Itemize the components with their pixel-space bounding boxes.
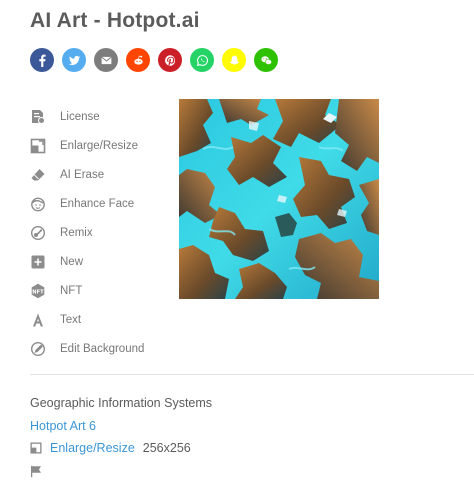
generated-artwork[interactable] bbox=[179, 99, 379, 299]
menu-item-text[interactable]: Text bbox=[30, 305, 144, 334]
enlarge-icon bbox=[30, 138, 46, 154]
menu-label: NFT bbox=[60, 284, 83, 297]
eraser-icon bbox=[30, 167, 46, 183]
enlarge-row: Enlarge/Resize 256x256 bbox=[30, 441, 191, 455]
whatsapp-icon bbox=[196, 54, 208, 66]
license-icon bbox=[30, 109, 46, 125]
menu-label: Edit Background bbox=[60, 342, 145, 355]
menu-item-edit-background[interactable]: Edit Background bbox=[30, 334, 144, 363]
page-title: AI Art - Hotpot.ai bbox=[30, 9, 200, 32]
snapchat-icon bbox=[229, 55, 239, 64]
face-icon bbox=[30, 196, 46, 212]
reddit-icon bbox=[133, 55, 143, 65]
menu-item-enlarge-resize[interactable]: Enlarge/Resize bbox=[30, 131, 144, 160]
pinterest-share-button[interactable] bbox=[158, 48, 182, 72]
wechat-icon bbox=[260, 55, 272, 65]
menu-label: AI Erase bbox=[60, 168, 105, 181]
report-flag-icon[interactable] bbox=[30, 465, 43, 478]
enlarge-icon bbox=[30, 442, 42, 454]
menu-item-license[interactable]: License bbox=[30, 102, 144, 131]
menu-label: Enhance Face bbox=[60, 197, 135, 210]
model-link[interactable]: Hotpot Art 6 bbox=[30, 419, 96, 433]
email-share-button[interactable] bbox=[94, 48, 118, 72]
snapchat-share-button[interactable] bbox=[222, 48, 246, 72]
whatsapp-share-button[interactable] bbox=[190, 48, 214, 72]
menu-label: Remix bbox=[60, 226, 93, 239]
tools-menu: License Enlarge/Resize AI Erase Enhance … bbox=[30, 102, 144, 363]
menu-item-new[interactable]: New bbox=[30, 247, 144, 276]
facebook-share-button[interactable] bbox=[30, 48, 54, 72]
twitter-icon bbox=[68, 55, 80, 65]
pinterest-icon bbox=[164, 54, 175, 66]
reddit-share-button[interactable] bbox=[126, 48, 150, 72]
svg-text:NFT: NFT bbox=[32, 289, 44, 295]
artwork-image bbox=[179, 99, 379, 299]
facebook-icon bbox=[38, 54, 46, 67]
remix-icon bbox=[30, 225, 46, 241]
menu-label: Text bbox=[60, 313, 82, 326]
email-icon bbox=[101, 56, 111, 64]
enlarge-resize-link[interactable]: Enlarge/Resize bbox=[50, 441, 135, 455]
menu-label: New bbox=[60, 255, 84, 268]
artwork-description: Geographic Information Systems bbox=[30, 396, 213, 410]
menu-item-nft[interactable]: NFT NFT bbox=[30, 276, 144, 305]
nft-icon: NFT bbox=[30, 283, 46, 299]
text-icon bbox=[30, 312, 46, 328]
menu-label: Enlarge/Resize bbox=[60, 139, 138, 152]
plus-icon bbox=[30, 254, 46, 270]
image-size: 256x256 bbox=[142, 441, 191, 455]
menu-item-remix[interactable]: Remix bbox=[30, 218, 144, 247]
twitter-share-button[interactable] bbox=[62, 48, 86, 72]
menu-label: License bbox=[60, 110, 100, 123]
share-buttons bbox=[30, 48, 278, 72]
menu-item-enhance-face[interactable]: Enhance Face bbox=[30, 189, 144, 218]
section-divider bbox=[30, 374, 474, 375]
wechat-share-button[interactable] bbox=[254, 48, 278, 72]
menu-item-ai-erase[interactable]: AI Erase bbox=[30, 160, 144, 189]
edit-background-icon bbox=[30, 341, 46, 357]
